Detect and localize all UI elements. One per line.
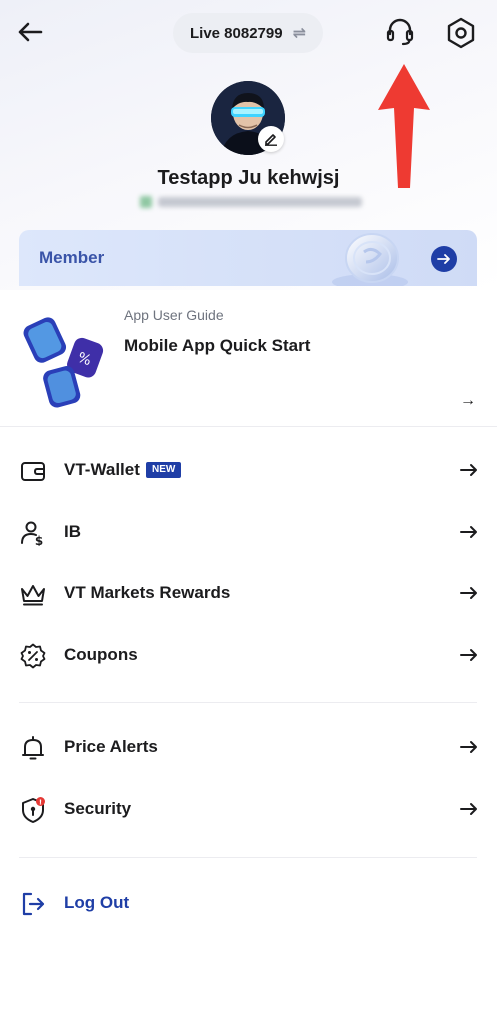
arrow-right-icon bbox=[460, 649, 477, 661]
menu-item-security[interactable]: ! Security bbox=[0, 784, 497, 836]
swap-icon: ⇌ bbox=[292, 25, 306, 42]
section-divider bbox=[19, 857, 477, 858]
back-button[interactable] bbox=[14, 16, 46, 48]
arrow-right-icon bbox=[460, 464, 477, 476]
menu-label: Price Alerts bbox=[64, 737, 158, 756]
gear-hexagon-icon bbox=[447, 17, 475, 49]
section-divider bbox=[19, 702, 477, 703]
menu-item-coupons[interactable]: Coupons bbox=[0, 630, 497, 682]
menu-item-vt-wallet[interactable]: VT-Wallet NEW bbox=[0, 445, 497, 497]
menu-label: Security bbox=[64, 799, 132, 818]
logout-button[interactable]: Log Out bbox=[0, 878, 497, 930]
arrow-right-icon bbox=[460, 803, 477, 815]
customer-support-button[interactable] bbox=[384, 16, 416, 48]
section-divider bbox=[0, 426, 497, 427]
menu-label: IB bbox=[64, 522, 81, 541]
arrow-right-icon bbox=[460, 526, 477, 538]
ib-person-dollar-icon: $ bbox=[21, 521, 43, 546]
settings-button[interactable] bbox=[444, 16, 478, 50]
account-switcher[interactable]: Live 8082799 ⇌ bbox=[173, 13, 323, 53]
logout-icon bbox=[22, 892, 45, 916]
svg-text:$: $ bbox=[35, 534, 43, 546]
pencil-icon bbox=[265, 134, 277, 146]
account-details-redacted bbox=[140, 195, 362, 209]
menu-label: VT Markets Rewards bbox=[64, 583, 231, 602]
account-label: Live 8082799 bbox=[190, 24, 283, 42]
member-arrow-button[interactable] bbox=[431, 246, 457, 272]
arrow-right-icon bbox=[437, 254, 450, 264]
bell-icon bbox=[22, 736, 44, 760]
guide-arrow-icon: → bbox=[460, 392, 476, 409]
menu-item-ib[interactable]: $ IB bbox=[0, 507, 497, 559]
menu-label: Coupons bbox=[64, 645, 138, 664]
guide-kicker: App User Guide bbox=[124, 307, 224, 323]
user-name: Testapp Ju kehwjsj bbox=[157, 167, 340, 189]
member-banner[interactable]: Member bbox=[19, 230, 477, 286]
coupon-percent-icon bbox=[20, 643, 46, 669]
svg-text:!: ! bbox=[39, 799, 42, 807]
arrow-left-icon bbox=[18, 22, 43, 42]
wallet-icon bbox=[21, 462, 45, 481]
headset-icon bbox=[386, 18, 414, 46]
logout-label: Log Out bbox=[64, 893, 130, 912]
arrow-right-icon bbox=[460, 587, 477, 599]
menu-item-vt-markets-rewards[interactable]: VT Markets Rewards bbox=[0, 568, 497, 620]
menu-item-price-alerts[interactable]: Price Alerts bbox=[0, 722, 497, 774]
guide-title: Mobile App Quick Start bbox=[124, 336, 311, 355]
new-badge: NEW bbox=[146, 462, 182, 478]
member-coin-icon bbox=[332, 233, 408, 286]
member-label: Member bbox=[39, 248, 105, 267]
guide-illustration-icon: % bbox=[23, 317, 104, 408]
arrow-right-icon bbox=[460, 741, 477, 753]
menu-label: VT-Wallet bbox=[64, 460, 140, 479]
shield-lock-icon: ! bbox=[22, 797, 45, 823]
edit-profile-button[interactable] bbox=[258, 126, 284, 152]
app-user-guide-card[interactable]: % App User Guide Mobile App Quick Start … bbox=[0, 286, 497, 426]
top-bar: Live 8082799 ⇌ bbox=[0, 0, 497, 66]
crown-icon bbox=[21, 585, 45, 606]
